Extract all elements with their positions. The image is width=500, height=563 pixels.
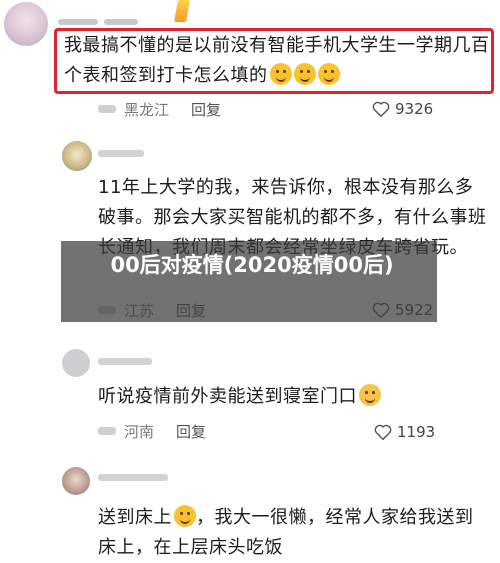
avatar[interactable] (62, 349, 90, 377)
overlay-title: 00后对疫情(2020疫情00后) (110, 253, 394, 277)
username-blurred (98, 358, 152, 365)
reply-button[interactable]: 回复 (176, 423, 206, 441)
comment-text: 送到床上 ，我大一很懒，经常人家给我送到床上，在上层床头吃饭 (98, 505, 474, 558)
like-count: 9326 (395, 100, 434, 118)
avatar[interactable] (62, 467, 90, 495)
username-blurred (58, 10, 178, 25)
comment-location: 黑龙江 (124, 101, 170, 119)
smile-emoji-icon (293, 63, 316, 85)
avatar[interactable] (62, 141, 92, 171)
like-count: 1193 (397, 423, 436, 441)
laughing-emoji-icon (174, 505, 196, 527)
smile-emoji-icon (317, 63, 340, 85)
comment-meta: 黑龙江 回复 (98, 100, 221, 120)
comment-text: 我最搞不懂的是以前没有智能手机大学生一学期几百个表和签到打卡怎么填的 (64, 35, 490, 86)
like-button[interactable]: 1193 (374, 421, 435, 443)
like-button[interactable]: 9326 (372, 98, 433, 120)
crying-emoji-icon (359, 384, 381, 406)
avatar[interactable] (4, 2, 48, 46)
heart-icon (372, 101, 390, 117)
comment-meta: 河南 回复 (98, 422, 206, 442)
heart-icon (374, 424, 392, 440)
comment-text: 听说疫情前外卖能送到寝室门口 (98, 382, 490, 412)
reply-button[interactable]: 回复 (191, 101, 221, 119)
comment-location: 河南 (124, 423, 155, 441)
username-blurred (98, 150, 144, 157)
username-blurred (98, 474, 168, 481)
smile-emoji-icon (269, 63, 292, 85)
